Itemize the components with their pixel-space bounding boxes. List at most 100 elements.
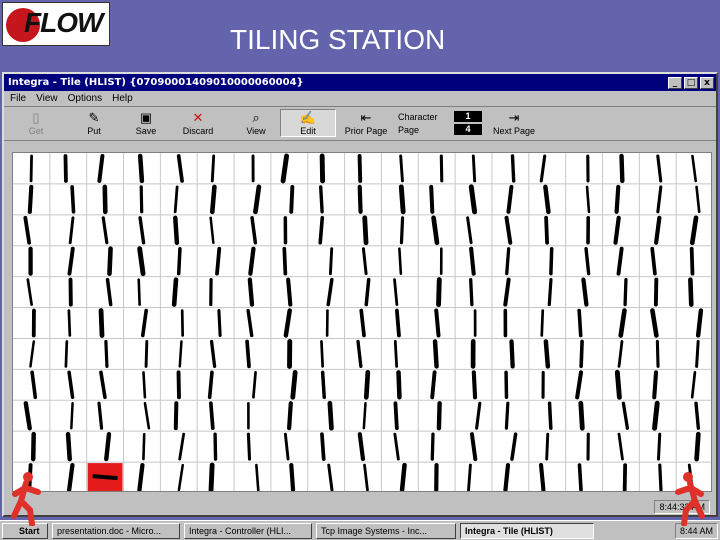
tile-stroke <box>176 246 182 276</box>
tile-stroke <box>143 401 151 430</box>
tile-stroke <box>656 185 663 214</box>
menu-view[interactable]: View <box>36 93 58 104</box>
task-integra-tile[interactable]: Integra - Tile (HLIST) <box>460 522 594 539</box>
tile-stroke <box>430 370 437 400</box>
tile-stroke <box>614 369 622 400</box>
tile-stroke <box>67 246 75 276</box>
window-titlebar[interactable]: Integra - Tile (HLIST) {0709000140901000… <box>4 74 716 91</box>
tile-stroke <box>584 247 591 276</box>
tile-stroke <box>67 462 75 491</box>
tile-stroke <box>359 308 366 338</box>
tile-stroke <box>26 278 33 306</box>
tile-stroke <box>577 463 583 491</box>
tile-stroke <box>577 308 583 338</box>
task-integra-controller[interactable]: Integra - Controller (HLI... <box>184 522 312 539</box>
tile-stroke <box>68 216 75 245</box>
tile-stroke <box>144 340 149 368</box>
prior-page-button[interactable]: ⇤ Prior Page <box>338 110 394 136</box>
edit-button[interactable]: ✍ Edit <box>280 109 336 137</box>
tile-stroke <box>509 339 515 369</box>
tile-stroke <box>101 216 109 245</box>
put-button[interactable]: ✎ Put <box>66 110 122 136</box>
tile-stroke <box>142 371 147 399</box>
tile-stroke <box>398 247 403 275</box>
tile-stroke <box>67 370 75 400</box>
tile-stroke <box>616 246 624 276</box>
tile-stroke <box>326 277 334 307</box>
tile-stroke <box>97 154 105 183</box>
tile-stroke <box>695 185 701 214</box>
tile-stroke <box>105 277 113 307</box>
minimize-button[interactable]: _ <box>668 76 682 89</box>
tile-stroke <box>320 340 324 368</box>
tile-stroke <box>504 401 510 430</box>
tile-stroke <box>399 154 404 183</box>
page-value: 4 <box>454 124 482 135</box>
tile-stroke <box>393 432 400 461</box>
tile-stroke <box>581 277 589 307</box>
menu-file[interactable]: File <box>10 93 26 104</box>
tile-stroke <box>613 215 621 245</box>
tile-stroke <box>466 216 473 245</box>
next-page-button[interactable]: ⇥ Next Page <box>486 110 542 136</box>
tile-stroke <box>623 277 628 307</box>
tile-stroke <box>539 463 546 491</box>
tile-stroke <box>690 371 697 399</box>
tile-stroke <box>655 339 660 368</box>
logo-text: FLOW <box>24 7 103 38</box>
close-button[interactable]: x <box>700 76 714 89</box>
tile-stroke <box>209 184 217 215</box>
tile-stroke <box>250 216 258 245</box>
tile-stroke <box>399 216 405 245</box>
tile-stroke <box>318 185 324 214</box>
tile-stroke <box>547 401 553 430</box>
menu-bar: File View Options Help <box>4 91 716 106</box>
tile-stroke <box>467 463 472 491</box>
tile-grid[interactable] <box>12 152 712 492</box>
tile-stroke <box>209 339 217 369</box>
menu-options[interactable]: Options <box>68 93 102 104</box>
tile-stroke <box>283 432 290 461</box>
tile-stroke <box>689 246 695 276</box>
tile-stroke <box>215 246 222 276</box>
status-bar: 8:44:33 AM <box>12 500 712 514</box>
character-label: Character <box>398 111 438 122</box>
tile-stroke <box>67 309 72 337</box>
character-page-panel: Character 1 Page 4 <box>398 110 482 136</box>
tile-stroke <box>621 401 630 430</box>
tile-stroke <box>208 462 215 491</box>
tile-stroke <box>618 308 627 338</box>
tile-stroke <box>357 154 363 183</box>
tile-stroke <box>99 370 107 400</box>
tile-stroke <box>544 215 549 245</box>
tile-stroke <box>29 340 36 368</box>
view-button[interactable]: ⌕ View <box>228 110 284 136</box>
tile-stroke <box>173 215 180 245</box>
maximize-button[interactable]: □ <box>684 76 698 89</box>
save-icon: ▣ <box>139 110 153 125</box>
tile-stroke <box>327 400 334 431</box>
task-presentation[interactable]: presentation.doc - Micro... <box>52 522 180 539</box>
tile-stroke <box>364 277 371 307</box>
menu-help[interactable]: Help <box>112 93 133 104</box>
tile-stroke <box>510 154 516 183</box>
get-button[interactable]: ▯ Get <box>8 110 64 136</box>
tile-stroke <box>282 246 288 276</box>
edit-icon: ✍ <box>299 110 317 125</box>
tile-stroke <box>429 184 435 214</box>
discard-button[interactable]: ✕ Discard <box>170 110 226 136</box>
tile-stroke <box>399 462 407 491</box>
tile-stroke <box>283 308 292 338</box>
tile-stroke <box>430 432 435 461</box>
tile-stroke <box>469 432 478 462</box>
tile-stroke <box>171 277 179 307</box>
tile-stroke <box>579 339 584 369</box>
tile-stroke <box>503 462 511 491</box>
tile-stroke <box>328 247 334 276</box>
tile-stroke <box>245 339 251 369</box>
tile-stroke <box>64 340 69 368</box>
save-button[interactable]: ▣ Save <box>118 110 174 136</box>
tile-stroke <box>23 401 32 431</box>
task-tcp-image-systems[interactable]: Tcp Image Systems - Inc... <box>316 522 456 539</box>
tile-stroke <box>142 432 146 461</box>
